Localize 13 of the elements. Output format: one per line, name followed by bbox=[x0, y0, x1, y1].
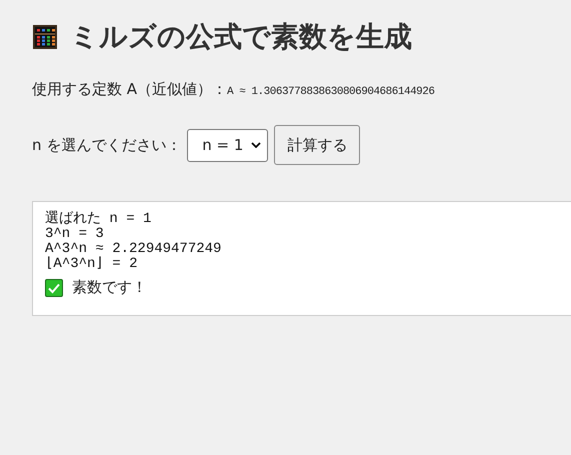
n-select[interactable]: n = 1 bbox=[187, 128, 268, 162]
result-line: ⌊A^3^n⌋ = 2 bbox=[45, 257, 138, 272]
n-label: n を選んでください： bbox=[32, 136, 182, 154]
result-line: A^3^n ≈ 2.22949477249 bbox=[45, 242, 222, 257]
page-title: ミルズの公式で素数を生成 bbox=[70, 19, 412, 55]
abacus-icon bbox=[32, 24, 58, 50]
caret-icon bbox=[251, 142, 262, 148]
result-line: 3^n = 3 bbox=[45, 227, 105, 242]
constant-label: 使用する定数 A（近似値）： bbox=[32, 80, 228, 99]
constant-value: A ≈ 1.3063778838630806904686144926 bbox=[227, 86, 434, 98]
calculate-button[interactable]: 計算する bbox=[274, 125, 360, 165]
verdict-text: 素数です！ bbox=[72, 278, 147, 297]
result-line: 選ばれた n = 1 bbox=[45, 212, 152, 227]
